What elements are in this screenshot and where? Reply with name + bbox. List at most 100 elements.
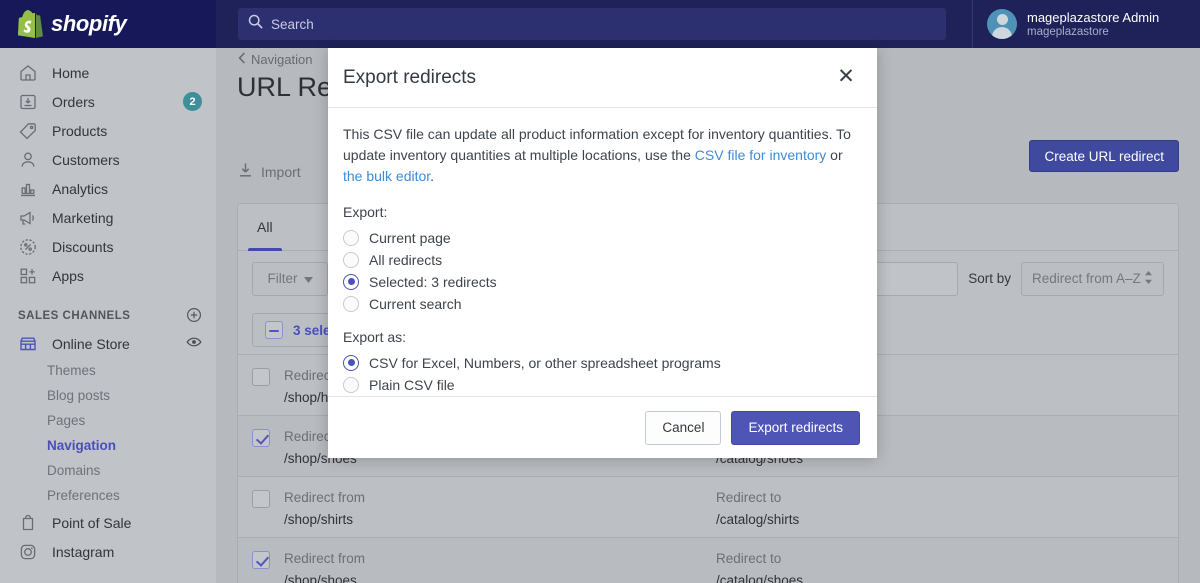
sidebar-item-apps[interactable]: Apps (0, 261, 216, 290)
table-row[interactable]: Redirect from /shop/shirts Redirect to /… (238, 476, 1178, 537)
avatar (987, 9, 1017, 39)
filter-button[interactable]: Filter (252, 261, 328, 296)
import-button[interactable]: Import (238, 162, 301, 181)
sidebar-item-label: Orders (52, 93, 95, 110)
filter-label: Filter (267, 271, 298, 286)
radio-current-search[interactable]: Current search (343, 293, 857, 314)
shopify-bag-icon (18, 10, 44, 38)
search-placeholder: Search (271, 16, 314, 32)
sidebar-item-label: Customers (52, 151, 120, 168)
breadcrumb[interactable]: Navigation (238, 52, 312, 67)
tab-all[interactable]: All (238, 204, 292, 251)
analytics-icon (18, 179, 38, 199)
sidebar-item-home[interactable]: Home (0, 58, 216, 87)
sidebar-item-label: Marketing (52, 209, 114, 226)
table-row[interactable]: Redirect from /shop/shoes Redirect to /c… (238, 537, 1178, 583)
radio-button[interactable] (343, 354, 359, 371)
sales-channels-title: SALES CHANNELS (18, 310, 131, 322)
sidebar-item-domains[interactable]: Domains (0, 458, 216, 483)
sidebar-item-online-store[interactable]: Online Store (0, 329, 216, 358)
sidebar-item-label: Discounts (52, 238, 114, 255)
row-checkbox[interactable] (252, 551, 270, 569)
radio-current-page[interactable]: Current page (343, 227, 857, 248)
sidebar-item-label: Themes (47, 363, 96, 378)
sidebar-item-label: Domains (47, 463, 101, 478)
search-input[interactable]: Search (238, 8, 946, 40)
store-icon (18, 334, 38, 354)
app-root: shopify Search mageplazastore Admin mage… (0, 0, 1200, 583)
export-redirects-submit-button[interactable]: Export redirects (731, 410, 860, 445)
radio-all-redirects[interactable]: All redirects (343, 249, 857, 270)
radio-button[interactable] (343, 295, 359, 312)
marketing-icon (18, 208, 38, 228)
column-header-to: Redirect to (716, 551, 782, 566)
shopify-logo[interactable]: shopify (0, 0, 216, 48)
sort-select[interactable]: Redirect from A–Z (1021, 261, 1164, 296)
redirect-to-cell: Redirect to /catalog/shirts (716, 490, 799, 527)
submit-label: Export redirects (748, 420, 843, 435)
sidebar-item-navigation[interactable]: Navigation (0, 433, 216, 458)
cancel-button[interactable]: Cancel (645, 410, 722, 445)
sort-by-label: Sort by (968, 271, 1011, 286)
sidebar-item-pages[interactable]: Pages (0, 408, 216, 433)
sidebar-item-label: Products (52, 122, 108, 139)
eye-icon[interactable] (186, 335, 202, 352)
row-checkbox[interactable] (252, 490, 270, 508)
sidebar-item-label: Analytics (52, 180, 109, 197)
user-menu[interactable]: mageplazastore Admin mageplazastore (972, 0, 1200, 48)
radio-label: CSV for Excel, Numbers, or other spreads… (369, 354, 721, 371)
row-checkbox[interactable] (252, 429, 270, 447)
sidebar-item-label: Preferences (47, 488, 120, 503)
plus-circle-icon[interactable] (186, 307, 202, 326)
sidebar-item-point-of-sale[interactable]: Point of Sale (0, 508, 216, 537)
select-all-checkbox[interactable] (265, 321, 283, 339)
orders-badge: 2 (183, 92, 202, 111)
close-icon[interactable]: ✕ (835, 66, 857, 89)
create-url-redirect-button[interactable]: Create URL redirect (1029, 140, 1179, 172)
the-bulk-editor-link[interactable]: the bulk editor (343, 168, 430, 184)
sidebar-item-label: Navigation (47, 438, 117, 453)
csv-file-for-inventory-link[interactable]: CSV file for inventory (695, 147, 827, 163)
import-icon (238, 162, 253, 181)
products-icon (18, 121, 38, 141)
radio-button[interactable] (343, 273, 359, 290)
user-info: mageplazastore Admin mageplazastore (1027, 10, 1159, 39)
radio-button[interactable] (343, 229, 359, 246)
sort-stepper-icon (1144, 270, 1153, 287)
sidebar-item-blog-posts[interactable]: Blog posts (0, 383, 216, 408)
sidebar-item-products[interactable]: Products (0, 116, 216, 145)
radio-button[interactable] (343, 251, 359, 268)
row-checkbox[interactable] (252, 368, 270, 386)
sidebar-item-marketing[interactable]: Marketing (0, 203, 216, 232)
redirect-to-value: /catalog/shoes (716, 573, 804, 583)
sidebar-primary-nav: Home Orders 2 Products Customers Analyti… (0, 48, 216, 566)
description-text-mid: or (826, 147, 843, 163)
sidebar-item-instagram[interactable]: Instagram (0, 537, 216, 566)
radio-plain-csv[interactable]: Plain CSV file (343, 374, 857, 395)
radio-selected-redirects[interactable]: Selected: 3 redirects (343, 271, 857, 292)
customers-icon (18, 150, 38, 170)
user-name: mageplazastore Admin (1027, 9, 1160, 25)
column-header-from: Redirect from (284, 490, 366, 505)
sidebar-item-analytics[interactable]: Analytics (0, 174, 216, 203)
search-area: Search (216, 8, 972, 40)
radio-label: Plain CSV file (369, 376, 455, 393)
export-group-label: Export: (343, 204, 388, 220)
radio-button[interactable] (343, 376, 359, 393)
sidebar-item-preferences[interactable]: Preferences (0, 483, 216, 508)
radio-label: Current search (369, 295, 462, 312)
home-icon (18, 63, 38, 83)
column-header-from: Redirect from (284, 551, 366, 566)
sidebar-item-discounts[interactable]: Discounts (0, 232, 216, 261)
sort-value: Redirect from A–Z (1032, 271, 1141, 286)
sidebar-item-label: Online Store (52, 335, 130, 352)
redirect-from-cell: Redirect from /shop/shoes (284, 551, 702, 583)
sidebar-item-themes[interactable]: Themes (0, 358, 216, 383)
sidebar-item-label: Pages (47, 413, 86, 428)
radio-csv-for-excel[interactable]: CSV for Excel, Numbers, or other spreads… (343, 352, 857, 373)
column-header-to: Redirect to (716, 490, 782, 505)
top-bar: shopify Search mageplazastore Admin mage… (0, 0, 1200, 48)
create-button-label: Create URL redirect (1044, 148, 1164, 164)
sidebar-item-orders[interactable]: Orders 2 (0, 87, 216, 116)
sidebar-item-customers[interactable]: Customers (0, 145, 216, 174)
